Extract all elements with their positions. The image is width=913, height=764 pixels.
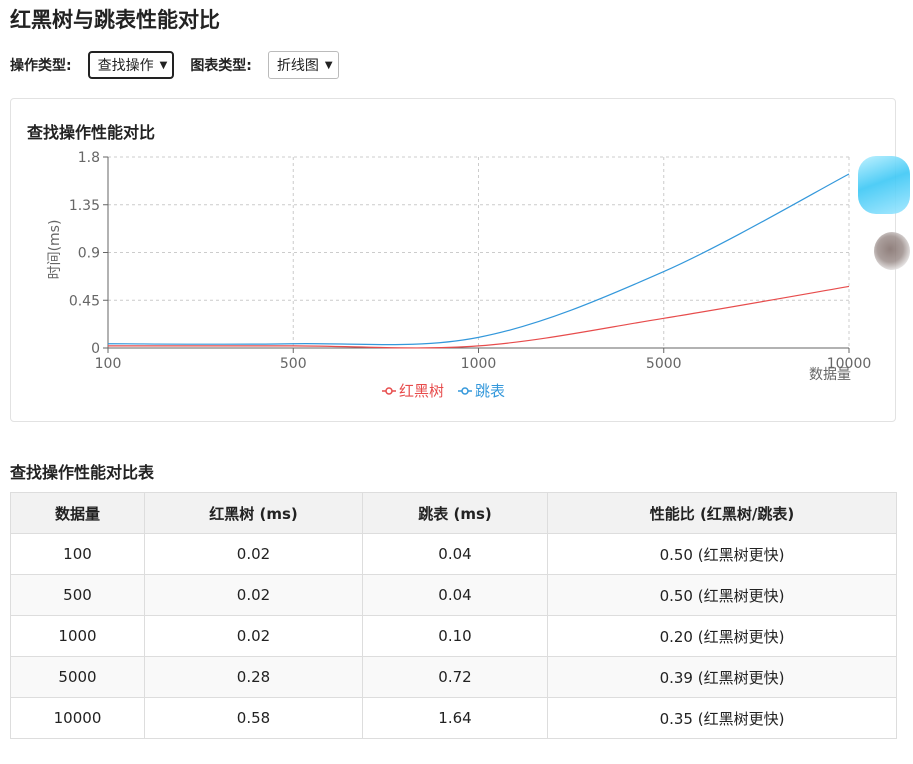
blurred-floating-icon[interactable] [858, 156, 910, 214]
table-cell: 0.58 [144, 697, 363, 739]
table-cell: 0.50 (红黑树更快) [547, 574, 897, 616]
table-header-cell: 数据量 [10, 492, 145, 534]
x-tick-label: 1000 [461, 356, 497, 372]
y-tick-label: 0 [91, 341, 100, 357]
x-tick-label: 500 [280, 356, 307, 372]
table-cell: 1000 [10, 615, 145, 657]
x-axis-label: 数据量 [809, 367, 851, 383]
legend-label[interactable]: 红黑树 [399, 382, 444, 400]
table-header-cell: 性能比 (红黑树/跳表) [547, 492, 897, 534]
table-cell: 0.72 [362, 656, 548, 698]
chart-type-value: 折线图 [276, 58, 319, 74]
chart-card: 查找操作性能对比 0 0.45 0.9 1.35 1.8 100 500 1000 5000 10… [10, 98, 896, 422]
operation-type-label: 操作类型: [10, 58, 72, 74]
y-tick-label: 1.8 [78, 150, 100, 166]
table-cell: 0.28 [144, 656, 363, 698]
table-row: 100 0.02 0.04 0.50 (红黑树更快) [10, 533, 897, 575]
table-row: 1000 0.02 0.10 0.20 (红黑树更快) [10, 615, 897, 657]
table-cell: 0.10 [362, 615, 548, 657]
table-row: 10000 0.58 1.64 0.35 (红黑树更快) [10, 697, 897, 739]
y-axis-label: 时间(ms) [47, 220, 63, 280]
table-cell: 0.04 [362, 574, 548, 616]
comparison-table: 数据量 红黑树 (ms) 跳表 (ms) 性能比 (红黑树/跳表) 100 0.02 0.… [10, 492, 897, 739]
table-cell: 0.02 [144, 615, 363, 657]
table-cell: 0.02 [144, 533, 363, 575]
chart-type-label: 图表类型: [190, 58, 252, 74]
operation-type-select[interactable]: 查找操作 ▼ [87, 51, 175, 79]
table-row: 500 0.02 0.04 0.50 (红黑树更快) [10, 574, 897, 616]
chart-type-select[interactable]: 折线图 ▼ [267, 51, 339, 79]
y-tick-label: 0.45 [69, 293, 100, 309]
table-cell: 0.04 [362, 533, 548, 575]
y-tick-label: 1.35 [69, 198, 100, 214]
line-chart: 00.450.91.351.8100 500 1000 5000 10000数据量时间(… [47, 150, 871, 400]
legend-marker-icon [385, 387, 393, 395]
x-tick-label: 100 [95, 356, 122, 372]
page-title: 红黑树与跳表性能对比 [10, 8, 220, 32]
legend-marker-icon [461, 387, 469, 395]
chevron-down-icon: ▼ [159, 59, 168, 71]
table-cell: 10000 [10, 697, 145, 739]
x-tick-label: 5000 [646, 356, 682, 372]
table-header-cell: 红黑树 (ms) [144, 492, 363, 534]
table-cell: 1.64 [362, 697, 548, 739]
table-cell: 0.02 [144, 574, 363, 616]
table-header-row: 数据量 红黑树 (ms) 跳表 (ms) 性能比 (红黑树/跳表) [10, 492, 897, 534]
table-cell: 500 [10, 574, 145, 616]
operation-type-value: 查找操作 [97, 58, 154, 74]
table-cell: 0.50 (红黑树更快) [547, 533, 897, 575]
table-cell: 0.39 (红黑树更快) [547, 656, 897, 698]
blurred-avatar-icon[interactable] [874, 232, 910, 270]
controls-bar: 操作类型: 查找操作 ▼ 图表类型: 折线图 ▼ [10, 51, 339, 79]
table-cell: 0.35 (红黑树更快) [547, 697, 897, 739]
table-cell: 0.20 (红黑树更快) [547, 615, 897, 657]
table-cell: 100 [10, 533, 145, 575]
table-cell: 5000 [10, 656, 145, 698]
legend-label[interactable]: 跳表 [475, 382, 505, 400]
table-header-cell: 跳表 (ms) [362, 492, 548, 534]
chevron-down-icon: ▼ [324, 59, 333, 71]
table-title: 查找操作性能对比表 [10, 463, 155, 482]
table-row: 5000 0.28 0.72 0.39 (红黑树更快) [10, 656, 897, 698]
y-tick-label: 0.9 [78, 246, 100, 262]
